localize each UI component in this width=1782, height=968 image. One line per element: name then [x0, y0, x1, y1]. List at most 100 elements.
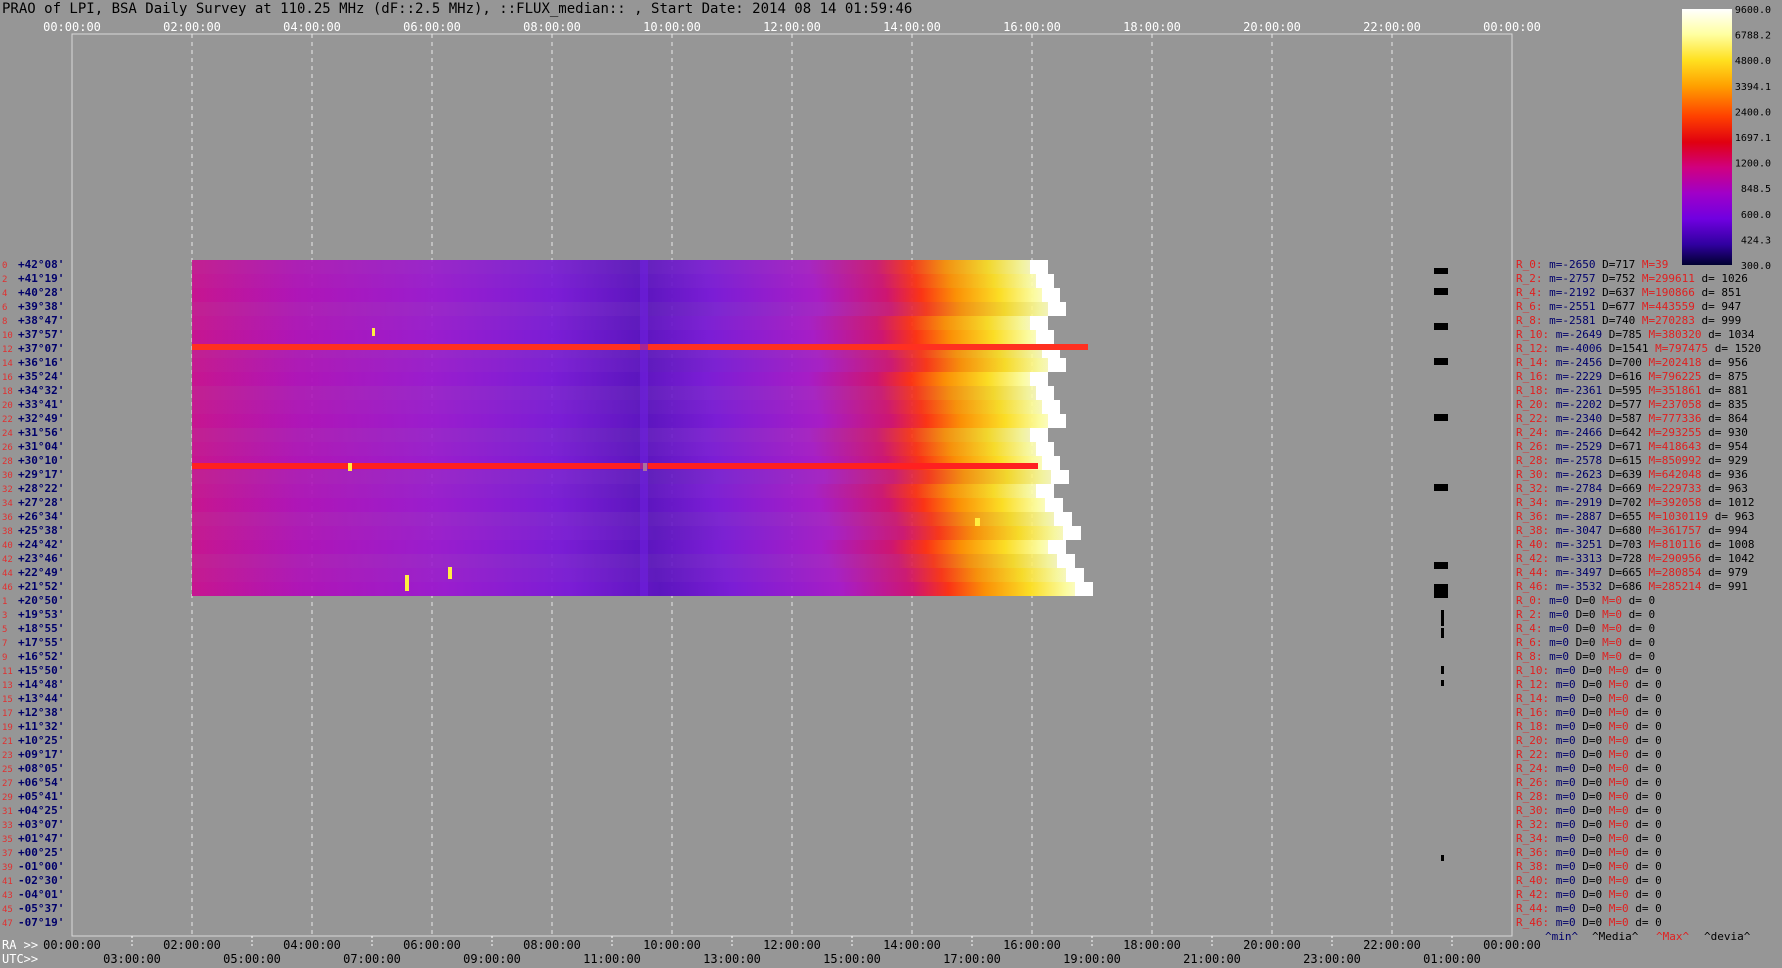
- declination-label: +38°47': [18, 314, 64, 327]
- beam-stat-line: R_38: m=0 D=0 M=0 d= 0: [1516, 860, 1662, 873]
- declination-label: +12°38': [18, 706, 64, 719]
- beam-index-label: 46: [2, 583, 13, 593]
- utc-axis-tick-label: 09:00:00: [463, 952, 521, 966]
- declination-label: +34°32': [18, 384, 64, 397]
- beam-index-label: 36: [2, 513, 13, 523]
- beam-stat-line: R_46: m=0 D=0 M=0 d= 0: [1516, 916, 1662, 929]
- declination-label: +21°52': [18, 580, 64, 593]
- beam-stat-line: R_20: m=0 D=0 M=0 d= 0: [1516, 734, 1662, 747]
- event-marker: [1441, 666, 1444, 674]
- beam-stat-line: R_16: m=-2229 D=616 M=796225 d= 875: [1516, 370, 1748, 383]
- declination-label: -07°19': [18, 916, 64, 929]
- stat-legend-label: ^devia^: [1704, 930, 1751, 943]
- utc-axis-tick-label: 19:00:00: [1063, 952, 1121, 966]
- heatmap-row-edge: [1048, 302, 1066, 316]
- declination-label: +33°41': [18, 398, 64, 411]
- beam-stat-line: R_32: m=-2784 D=669 M=229733 d= 963: [1516, 482, 1748, 495]
- utc-axis-tick-label: 15:00:00: [823, 952, 881, 966]
- event-marker: [1434, 584, 1448, 598]
- beam-stat-line: R_42: m=-3313 D=728 M=290956 d= 1042: [1516, 552, 1755, 565]
- beam-index-label: 42: [2, 555, 13, 565]
- declination-label: +18°55': [18, 622, 64, 635]
- declination-axis: 0 +42°08' 2 +41°19' 4 +40°28' 6 +39°38' 8 +38°47'…: [2, 258, 64, 929]
- beam-stat-line: R_8: m=0 D=0 M=0 d= 0: [1516, 650, 1655, 663]
- top-axis-tick-label: 22:00:00: [1363, 20, 1421, 34]
- beam-index-label: 28: [2, 457, 13, 467]
- colorbar-tick-label: 2400.0: [1735, 107, 1771, 118]
- top-axis-tick-label: 16:00:00: [1003, 20, 1061, 34]
- declination-label: +04°25': [18, 804, 64, 817]
- beam-index-label: 35: [2, 835, 13, 845]
- heatmap-spike: [348, 463, 352, 471]
- colorbar-tick-label: 300.0: [1741, 261, 1771, 272]
- declination-label: -05°37': [18, 902, 64, 915]
- beam-index-label: 20: [2, 401, 13, 411]
- beam-index-label: 17: [2, 709, 13, 719]
- beam-index-label: 38: [2, 527, 13, 537]
- declination-label: +05°41': [18, 790, 64, 803]
- heatmap-row-edge: [1036, 274, 1054, 288]
- declination-label: +01°47': [18, 832, 64, 845]
- declination-label: +26°34': [18, 510, 64, 523]
- declination-label: +37°07': [18, 342, 64, 355]
- heatmap-row: [192, 428, 1048, 442]
- heatmap-row-edge: [1042, 400, 1060, 414]
- beam-stat-line: R_34: m=0 D=0 M=0 d= 0: [1516, 832, 1662, 845]
- beam-stat-line: R_16: m=0 D=0 M=0 d= 0: [1516, 706, 1662, 719]
- beam-index-label: 32: [2, 485, 13, 495]
- ra-axis-tick-label: 14:00:00: [883, 938, 941, 952]
- declination-label: +19°53': [18, 608, 64, 621]
- ra-axis-tick-label: 08:00:00: [523, 938, 581, 952]
- beam-stat-line: R_30: m=0 D=0 M=0 d= 0: [1516, 804, 1662, 817]
- beam-stat-line: R_36: m=-2887 D=655 M=1030119 d= 963: [1516, 510, 1754, 523]
- beam-index-label: 2: [2, 275, 7, 285]
- survey-heatmap-chart: 00:00:00 02:00:00 04:00:00 06:00:00 08:00:00…: [2, 5, 1771, 966]
- heatmap-row-edge: [1048, 358, 1066, 372]
- top-axis-tick-label: 10:00:00: [643, 20, 701, 34]
- declination-label: +16°52': [18, 650, 64, 663]
- beam-stat-line: R_20: m=-2202 D=577 M=237058 d= 835: [1516, 398, 1748, 411]
- event-marker: [1441, 680, 1444, 686]
- heatmap-row: [192, 274, 1054, 288]
- beam-index-label: 4: [2, 289, 7, 299]
- event-marker: [1441, 610, 1444, 626]
- declination-label: +00°25': [18, 846, 64, 859]
- heatmap-row: [192, 358, 1066, 372]
- colorbar-tick-label: 848.5: [1741, 184, 1771, 195]
- ra-axis-tick-label: 22:00:00: [1363, 938, 1421, 952]
- heatmap-row-edge: [1036, 484, 1054, 498]
- heatmap-row-edge: [1036, 442, 1054, 456]
- beam-index-label: 21: [2, 737, 13, 747]
- beam-stat-line: R_40: m=-3251 D=703 M=810116 d= 1008: [1516, 538, 1755, 551]
- heatmap-row-edge: [1030, 372, 1048, 386]
- declination-label: +30°10': [18, 454, 64, 467]
- stat-legend-label: ^Media^: [1592, 930, 1639, 943]
- beam-index-label: 1: [2, 597, 7, 607]
- beam-index-label: 30: [2, 471, 13, 481]
- heatmap-row-edge: [1036, 386, 1054, 400]
- declination-label: +39°38': [18, 300, 64, 313]
- beam-stat-line: R_0: m=0 D=0 M=0 d= 0: [1516, 594, 1655, 607]
- heatmap-spike: [405, 575, 409, 591]
- declination-label: +13°44': [18, 692, 64, 705]
- event-marker: [1441, 855, 1444, 861]
- beam-stat-line: R_2: m=0 D=0 M=0 d= 0: [1516, 608, 1655, 621]
- top-axis-tick-label: 12:00:00: [763, 20, 821, 34]
- top-axis-tick-label: 14:00:00: [883, 20, 941, 34]
- beam-stat-line: R_8: m=-2581 D=740 M=270283 d= 999: [1516, 314, 1741, 327]
- beam-index-label: 8: [2, 317, 7, 327]
- utc-axis-tick-label: 05:00:00: [223, 952, 281, 966]
- top-axis-tick-label: 06:00:00: [403, 20, 461, 34]
- beam-stat-line: R_26: m=-2529 D=671 M=418643 d= 954: [1516, 440, 1748, 453]
- declination-label: +28°22': [18, 482, 64, 495]
- beam-index-label: 26: [2, 443, 13, 453]
- beam-stat-line: R_44: m=0 D=0 M=0 d= 0: [1516, 902, 1662, 915]
- declination-label: +11°32': [18, 720, 64, 733]
- heatmap-row-edge: [1054, 512, 1072, 526]
- ra-axis-tick-label: 04:00:00: [283, 938, 341, 952]
- beam-index-label: 3: [2, 611, 7, 621]
- beam-index-label: 34: [2, 499, 13, 509]
- beam-stat-line: R_28: m=0 D=0 M=0 d= 0: [1516, 790, 1662, 803]
- colorbar-tick-label: 600.0: [1741, 210, 1771, 221]
- declination-label: +36°16': [18, 356, 64, 369]
